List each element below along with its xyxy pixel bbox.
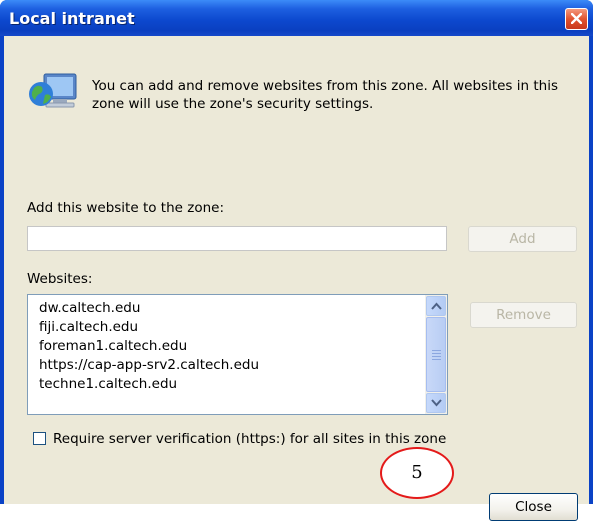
title-close-button[interactable] — [565, 8, 588, 30]
window-title: Local intranet — [9, 9, 135, 28]
website-input[interactable] — [27, 226, 447, 251]
add-button[interactable]: Add — [468, 226, 577, 252]
scroll-thumb[interactable] — [426, 317, 446, 392]
list-item[interactable]: foreman1.caltech.edu — [39, 337, 259, 356]
vertical-scrollbar[interactable] — [425, 295, 447, 414]
add-website-label: Add this website to the zone: — [27, 200, 224, 216]
list-item[interactable]: https://cap-app-srv2.caltech.edu — [39, 356, 259, 375]
list-item[interactable]: dw.caltech.edu — [39, 299, 259, 318]
network-computer-icon — [29, 73, 77, 108]
step-annotation-circle: 5 — [380, 447, 454, 499]
title-bar[interactable]: Local intranet — [0, 0, 593, 36]
scroll-up-button[interactable] — [426, 296, 446, 316]
grip-line — [432, 356, 441, 357]
close-icon — [571, 13, 582, 24]
grip-line — [432, 359, 441, 360]
step-number: 5 — [411, 462, 423, 483]
grip-line — [432, 353, 441, 354]
chevron-up-icon — [431, 302, 442, 310]
dialog-body: You can add and remove websites from thi… — [4, 36, 589, 521]
grip-line — [432, 350, 441, 351]
list-item[interactable]: techne1.caltech.edu — [39, 375, 259, 394]
scroll-down-button[interactable] — [426, 393, 446, 413]
local-intranet-dialog: Local intranet You can add and remove we… — [0, 0, 593, 521]
websites-label: Websites: — [27, 271, 93, 287]
zone-description: You can add and remove websites from thi… — [92, 78, 558, 112]
require-https-checkbox[interactable] — [33, 432, 46, 445]
chevron-down-icon — [431, 399, 442, 407]
websites-list[interactable]: dw.caltech.edu fiji.caltech.edu foreman1… — [27, 294, 448, 415]
close-button[interactable]: Close — [489, 493, 578, 521]
require-https-label[interactable]: Require server verification (https:) for… — [53, 431, 446, 447]
remove-button[interactable]: Remove — [470, 302, 577, 328]
list-item[interactable]: fiji.caltech.edu — [39, 318, 259, 337]
